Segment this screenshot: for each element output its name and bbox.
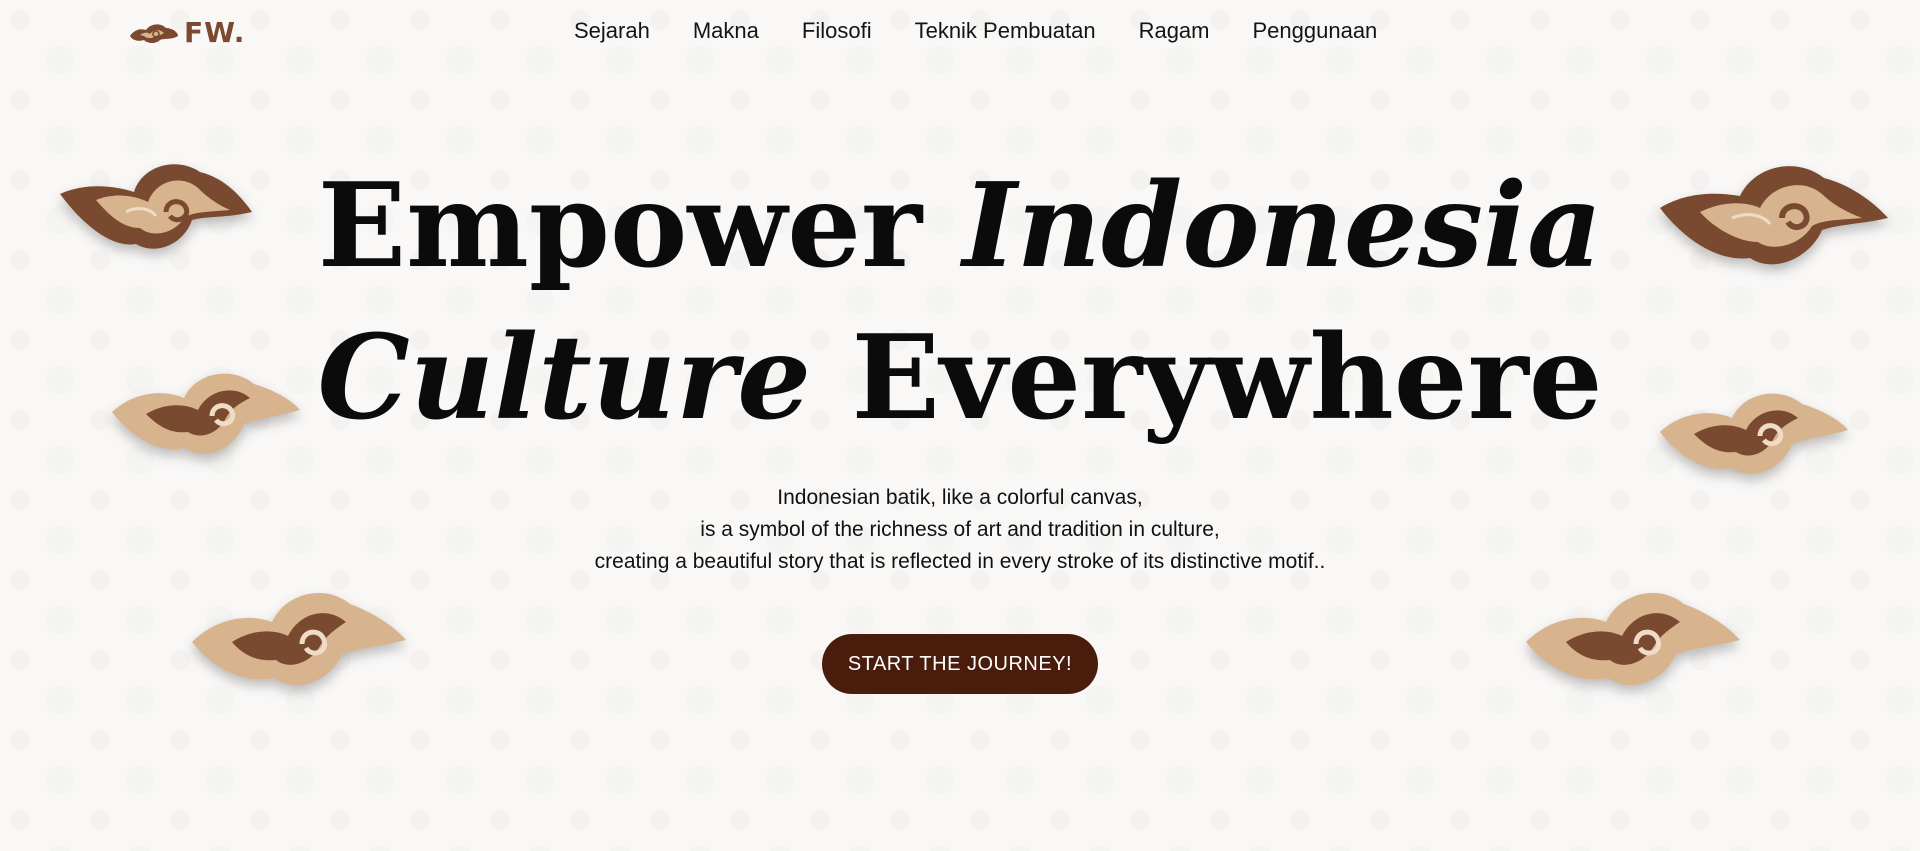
nav-item-filosofi[interactable]: Filosofi (802, 18, 872, 44)
navbar: FW. Sejarah Makna Filosofi Teknik Pembua… (0, 0, 1920, 66)
nav-item-ragam[interactable]: Ragam (1139, 18, 1210, 44)
description-line-3: creating a beautiful story that is refle… (594, 550, 1326, 573)
nav-item-sejarah[interactable]: Sejarah (574, 18, 650, 44)
megamendung-icon (130, 23, 178, 43)
nav-item-makna[interactable]: Makna (693, 18, 759, 44)
megamendung-cloud-icon (1660, 393, 1848, 474)
megamendung-cloud-icon (60, 164, 252, 249)
description-line-1: Indonesian batik, like a colorful canvas… (777, 486, 1143, 509)
main-menu: Sejarah Makna Filosofi Teknik Pembuatan … (574, 18, 1377, 44)
nav-item-teknik-pembuatan[interactable]: Teknik Pembuatan (915, 18, 1096, 44)
logo[interactable]: FW. (128, 16, 245, 49)
megamendung-cloud-icon (1526, 592, 1740, 686)
hero-title-line-1: Empower Indonesia (0, 150, 1920, 302)
description-line-2: is a symbol of the richness of art and t… (700, 518, 1220, 541)
megamendung-cloud-icon (112, 373, 300, 454)
hero-description: Indonesian batik, like a colorful canvas… (0, 482, 1920, 578)
megamendung-cloud-icon (1660, 166, 1888, 265)
hero-title-word-empower: Empower (317, 158, 923, 294)
hero-title-word-indonesia: Indonesia (962, 158, 1603, 294)
start-journey-button[interactable]: START THE JOURNEY! (822, 634, 1098, 694)
nav-item-penggunaan[interactable]: Penggunaan (1253, 18, 1378, 44)
megamendung-cloud-icon (192, 592, 406, 686)
hero-title-word-everywhere: Everywhere (851, 310, 1603, 446)
logo-text: FW. (184, 16, 246, 49)
hero-title-word-culture: Culture (317, 310, 812, 446)
